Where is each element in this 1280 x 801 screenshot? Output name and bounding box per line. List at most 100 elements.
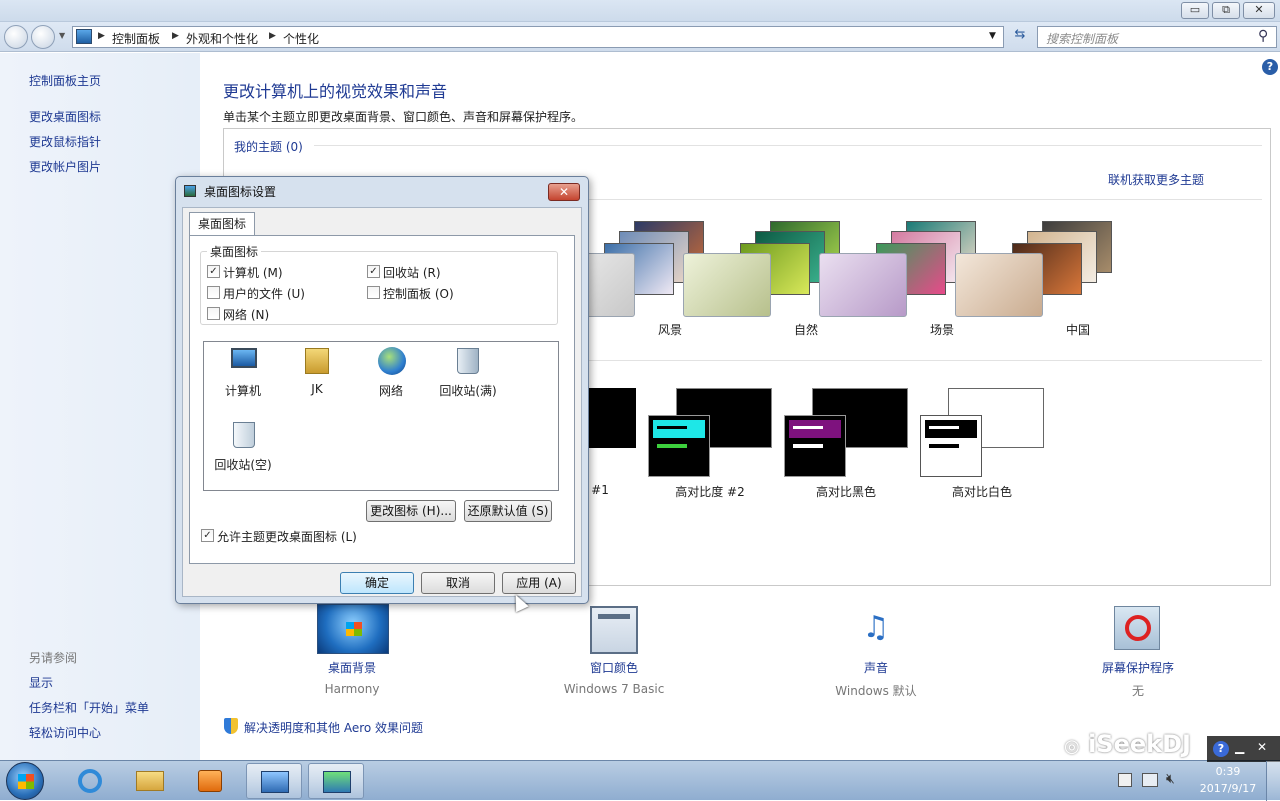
clock-date[interactable]: 2017/9/17 — [1194, 782, 1262, 795]
shield-icon — [224, 718, 238, 734]
recycle-bin-checkbox[interactable]: ✓ — [367, 265, 380, 278]
theme-high-contrast-black[interactable]: 高对比黑色 — [780, 387, 920, 507]
desktop-background-title[interactable]: 桌面背景 — [272, 659, 432, 676]
restore-default-button[interactable]: 还原默认值 (S) — [464, 500, 552, 522]
recent-pages-icon[interactable]: ▼ — [59, 31, 65, 40]
screen-saver-title[interactable]: 屏幕保护程序 — [1058, 659, 1218, 676]
address-bar[interactable]: ▶ 控制面板 ▶ 外观和个性化 ▶ 个性化 ▼ — [72, 26, 1004, 48]
sounds-title[interactable]: 声音 — [796, 659, 956, 676]
dialog-title: 桌面图标设置 — [204, 185, 277, 199]
show-desktop-button[interactable] — [1266, 761, 1280, 801]
desktop-background-item[interactable]: 桌面背景 Harmony — [272, 604, 432, 704]
dialog-app-icon — [184, 185, 196, 197]
icon-recycle-bin-full[interactable]: 回收站(满) — [430, 346, 506, 402]
icon-label: 回收站(满) — [439, 384, 497, 398]
icon-label: JK — [311, 382, 323, 396]
change-account-picture-link[interactable]: 更改帐户图片 — [29, 158, 101, 175]
refresh-icon[interactable]: ⇆ — [1009, 27, 1031, 47]
tab-panel: 桌面图标 ✓ 计算机 (M) ✓ 回收站 (R) 用户的文件 (U) 控制面板 … — [189, 235, 575, 564]
theme-swatch — [793, 444, 823, 448]
network-checkbox-label[interactable]: 网络 (N) — [223, 306, 269, 323]
volume-muted-icon[interactable]: 🔇︎ — [1166, 771, 1175, 787]
apply-button[interactable]: 应用 (A) — [502, 572, 576, 594]
network-icon[interactable] — [1142, 773, 1158, 787]
display-link[interactable]: 显示 — [29, 674, 53, 691]
control-panel-checkbox[interactable] — [367, 286, 380, 299]
theme-china[interactable]: 中国 — [955, 209, 1122, 337]
screen-saver-item[interactable]: 屏幕保护程序 无 — [1058, 604, 1218, 704]
address-dropdown-icon[interactable]: ▼ — [989, 31, 996, 41]
taskbar-internet-explorer[interactable] — [62, 763, 118, 799]
page-subtitle: 单击某个主题立即更改桌面背景、窗口颜色、声音和屏幕保护程序。 — [223, 110, 584, 124]
icon-user-folder[interactable]: JK — [282, 346, 352, 402]
forward-button[interactable] — [31, 25, 55, 49]
page-title: 更改计算机上的视觉效果和声音 — [223, 82, 448, 101]
icon-recycle-bin-empty[interactable]: 回收站(空) — [208, 420, 278, 476]
get-more-themes-link[interactable]: 联机获取更多主题 — [1108, 171, 1204, 188]
network-globe-icon — [378, 347, 406, 375]
theme-swatch — [793, 426, 823, 429]
close-window-button[interactable]: ✕ — [1243, 2, 1275, 19]
back-button[interactable] — [4, 25, 28, 49]
theme-color-card — [920, 415, 982, 477]
theme-label: 高对比黑色 — [815, 485, 876, 499]
group-label: 桌面图标 — [207, 243, 262, 260]
theme-high-contrast-white[interactable]: 高对比白色 — [916, 387, 1056, 507]
minimize-icon[interactable]: ▁ — [1235, 740, 1244, 754]
theme-high-contrast-2[interactable]: 高对比度 #2 — [644, 387, 784, 507]
user-files-checkbox-label[interactable]: 用户的文件 (U) — [223, 285, 305, 302]
icon-preview-list[interactable]: 计算机 JK 网络 回收站(满) 回收站(空) — [203, 341, 559, 491]
theme-swatch — [925, 420, 977, 438]
computer-checkbox[interactable]: ✓ — [207, 265, 220, 278]
ease-of-access-link[interactable]: 轻松访问中心 — [29, 724, 101, 741]
control-panel-home-link[interactable]: 控制面板主页 — [29, 72, 101, 89]
tab-desktop-icons[interactable]: 桌面图标 — [189, 212, 255, 236]
windows-logo-icon — [18, 774, 34, 789]
taskbar-media-player[interactable] — [182, 763, 238, 799]
change-desktop-icons-link[interactable]: 更改桌面图标 — [29, 108, 101, 125]
computer-checkbox-label[interactable]: 计算机 (M) — [223, 264, 283, 281]
taskbar-explorer[interactable] — [122, 763, 178, 799]
dialog-close-button[interactable]: ✕ — [548, 183, 580, 201]
recycle-bin-checkbox-label[interactable]: 回收站 (R) — [383, 264, 441, 281]
taskbar-start-menu-link[interactable]: 任务栏和「开始」菜单 — [29, 699, 149, 716]
change-icon-button[interactable]: 更改图标 (H)... — [366, 500, 456, 522]
aero-troubleshoot-link[interactable]: 解决透明度和其他 Aero 效果问题 — [244, 719, 423, 736]
taskbar-desktop-icon-settings[interactable] — [308, 763, 364, 799]
breadcrumb-separator-icon[interactable]: ▶ — [172, 31, 179, 41]
screen-saver-icon — [1114, 606, 1160, 650]
close-icon[interactable]: ✕ — [1257, 740, 1267, 754]
window-color-title[interactable]: 窗口颜色 — [534, 659, 694, 676]
change-mouse-pointers-link[interactable]: 更改鼠标指针 — [29, 133, 101, 150]
theme-label: 自然 — [793, 323, 818, 337]
clock-time[interactable]: 0:39 — [1198, 765, 1258, 778]
start-button[interactable] — [6, 762, 44, 800]
control-panel-checkbox-label[interactable]: 控制面板 (O) — [383, 285, 454, 302]
ok-button[interactable]: 确定 — [340, 572, 414, 594]
control-panel-icon — [261, 771, 289, 793]
maximize-button[interactable]: ⧉ — [1212, 2, 1240, 19]
network-checkbox[interactable] — [207, 307, 220, 320]
cancel-button[interactable]: 取消 — [421, 572, 495, 594]
breadcrumb-separator-icon[interactable]: ▶ — [269, 31, 276, 41]
help-icon[interactable]: ? — [1262, 59, 1278, 75]
breadcrumb-personalization[interactable]: 个性化 — [283, 30, 319, 47]
user-files-checkbox[interactable] — [207, 286, 220, 299]
sounds-item[interactable]: ♫ 声音 Windows 默认 — [796, 604, 956, 704]
minimize-button[interactable]: ▭ — [1181, 2, 1209, 19]
icon-computer[interactable]: 计算机 — [208, 346, 278, 402]
breadcrumb-control-panel[interactable]: 控制面板 — [112, 30, 160, 47]
theme-color-card — [784, 415, 846, 477]
search-icon[interactable]: ⚲ — [1258, 28, 1268, 44]
window-color-item[interactable]: 窗口颜色 Windows 7 Basic — [534, 604, 694, 704]
allow-themes-checkbox-label[interactable]: 允许主题更改桌面图标 (L) — [217, 528, 357, 545]
help-icon[interactable]: ? — [1213, 741, 1229, 757]
allow-themes-checkbox[interactable]: ✓ — [201, 529, 214, 542]
action-center-icon[interactable] — [1118, 773, 1132, 787]
icon-network[interactable]: 网络 — [356, 346, 426, 402]
breadcrumb-appearance[interactable]: 外观和个性化 — [186, 30, 258, 47]
taskbar-control-panel[interactable] — [246, 763, 302, 799]
search-input[interactable]: 搜索控制面板 ⚲ — [1037, 26, 1277, 48]
desktop-icon-settings-dialog: 桌面图标设置 ✕ 桌面图标 桌面图标 ✓ 计算机 (M) ✓ 回收站 (R) 用… — [175, 176, 589, 604]
sounds-value: Windows 默认 — [835, 684, 917, 698]
